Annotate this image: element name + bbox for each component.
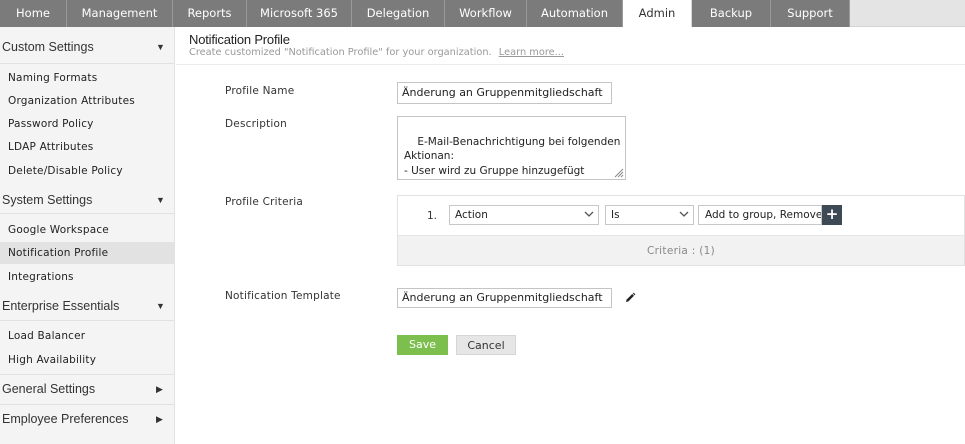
sidebar-item-naming-formats[interactable]: Naming Formats <box>0 67 175 89</box>
criteria-operator-select[interactable]: Is <box>605 205 694 225</box>
profile-name-label: Profile Name <box>225 85 295 97</box>
page-subtitle: Create customized "Notification Profile"… <box>189 47 564 58</box>
description-textarea[interactable]: E-Mail-Benachrichtigung bei folgenden Ak… <box>397 116 626 180</box>
sidebar: Custom Settings ▼ Naming Formats Organiz… <box>0 27 175 444</box>
tab-reports[interactable]: Reports <box>173 0 247 27</box>
notification-template-label: Notification Template <box>225 290 341 302</box>
main-content: Notification Profile Create customized "… <box>176 27 965 444</box>
divider <box>0 213 175 214</box>
description-label: Description <box>225 118 288 130</box>
sidebar-item-load-balancer[interactable]: Load Balancer <box>0 325 175 347</box>
sidebar-item-delete-disable-policy[interactable]: Delete/Disable Policy <box>0 160 175 182</box>
tab-backup[interactable]: Backup <box>692 0 771 27</box>
sidebar-section-general-settings[interactable]: General Settings ▶ <box>0 378 175 400</box>
caret-right-icon: ▶ <box>156 414 163 424</box>
pencil-icon[interactable] <box>624 292 636 304</box>
sidebar-item-notification-profile[interactable]: Notification Profile <box>0 242 175 264</box>
sidebar-section-custom-settings[interactable]: Custom Settings ▼ <box>0 36 175 58</box>
sidebar-section-label: General Settings <box>2 382 96 396</box>
sidebar-section-label: Employee Preferences <box>2 412 129 426</box>
caret-right-icon: ▶ <box>156 384 163 394</box>
chevron-down-icon <box>584 211 594 217</box>
sidebar-item-organization-attributes[interactable]: Organization Attributes <box>0 90 175 112</box>
plus-icon: + <box>825 205 839 223</box>
resize-grip-icon[interactable] <box>614 168 624 178</box>
criteria-operator-value: Is <box>611 209 620 221</box>
profile-criteria-label: Profile Criteria <box>225 196 303 208</box>
caret-down-icon: ▼ <box>156 42 165 52</box>
tab-automation[interactable]: Automation <box>527 0 623 27</box>
tab-management[interactable]: Management <box>67 0 173 27</box>
profile-name-input[interactable]: Änderung an Gruppenmitgliedschaft <box>397 82 612 104</box>
notification-template-field[interactable]: Änderung an Gruppenmitgliedschaft <box>397 288 612 308</box>
tab-support[interactable]: Support <box>771 0 850 27</box>
sidebar-section-system-settings[interactable]: System Settings ▼ <box>0 189 175 211</box>
header-divider <box>176 64 965 65</box>
caret-down-icon: ▼ <box>156 301 165 311</box>
chevron-down-icon <box>679 211 689 217</box>
divider <box>0 404 175 405</box>
sidebar-item-integrations[interactable]: Integrations <box>0 266 175 288</box>
sidebar-section-employee-preferences[interactable]: Employee Preferences ▶ <box>0 408 175 430</box>
learn-more-link[interactable]: Learn more... <box>499 47 564 58</box>
page-subtitle-text: Create customized "Notification Profile"… <box>189 47 492 58</box>
tab-workflow[interactable]: Workflow <box>445 0 527 27</box>
tab-delegation[interactable]: Delegation <box>352 0 445 27</box>
tab-home[interactable]: Home <box>0 0 67 27</box>
divider <box>0 63 175 64</box>
description-text: E-Mail-Benachrichtigung bei folgenden Ak… <box>404 135 621 177</box>
criteria-panel: 1. Action Is Add to group, Remove from g… <box>397 195 965 266</box>
sidebar-item-password-policy[interactable]: Password Policy <box>0 113 175 135</box>
sidebar-item-google-workspace[interactable]: Google Workspace <box>0 219 175 241</box>
caret-down-icon: ▼ <box>156 195 165 205</box>
cancel-button[interactable]: Cancel <box>456 335 516 355</box>
add-criteria-button[interactable]: + <box>822 205 842 225</box>
sidebar-section-label: System Settings <box>2 193 93 207</box>
sidebar-item-high-availability[interactable]: High Availability <box>0 349 175 371</box>
criteria-field-value: Action <box>455 209 488 221</box>
save-button[interactable]: Save <box>397 335 448 355</box>
criteria-count: Criteria : (1) <box>398 235 964 265</box>
divider <box>0 374 175 375</box>
criteria-field-select[interactable]: Action <box>449 205 599 225</box>
tab-microsoft-365[interactable]: Microsoft 365 <box>247 0 352 27</box>
tab-admin[interactable]: Admin <box>623 0 692 27</box>
top-navigation: Home Management Reports Microsoft 365 De… <box>0 0 965 27</box>
page-title: Notification Profile <box>189 32 290 47</box>
sidebar-item-ldap-attributes[interactable]: LDAP Attributes <box>0 136 175 158</box>
criteria-row-number: 1. <box>427 210 438 222</box>
criteria-value-input[interactable]: Add to group, Remove from group <box>698 205 822 225</box>
sidebar-section-enterprise-essentials[interactable]: Enterprise Essentials ▼ <box>0 295 175 317</box>
divider <box>0 320 175 321</box>
sidebar-section-label: Enterprise Essentials <box>2 299 120 313</box>
sidebar-section-label: Custom Settings <box>2 40 94 54</box>
